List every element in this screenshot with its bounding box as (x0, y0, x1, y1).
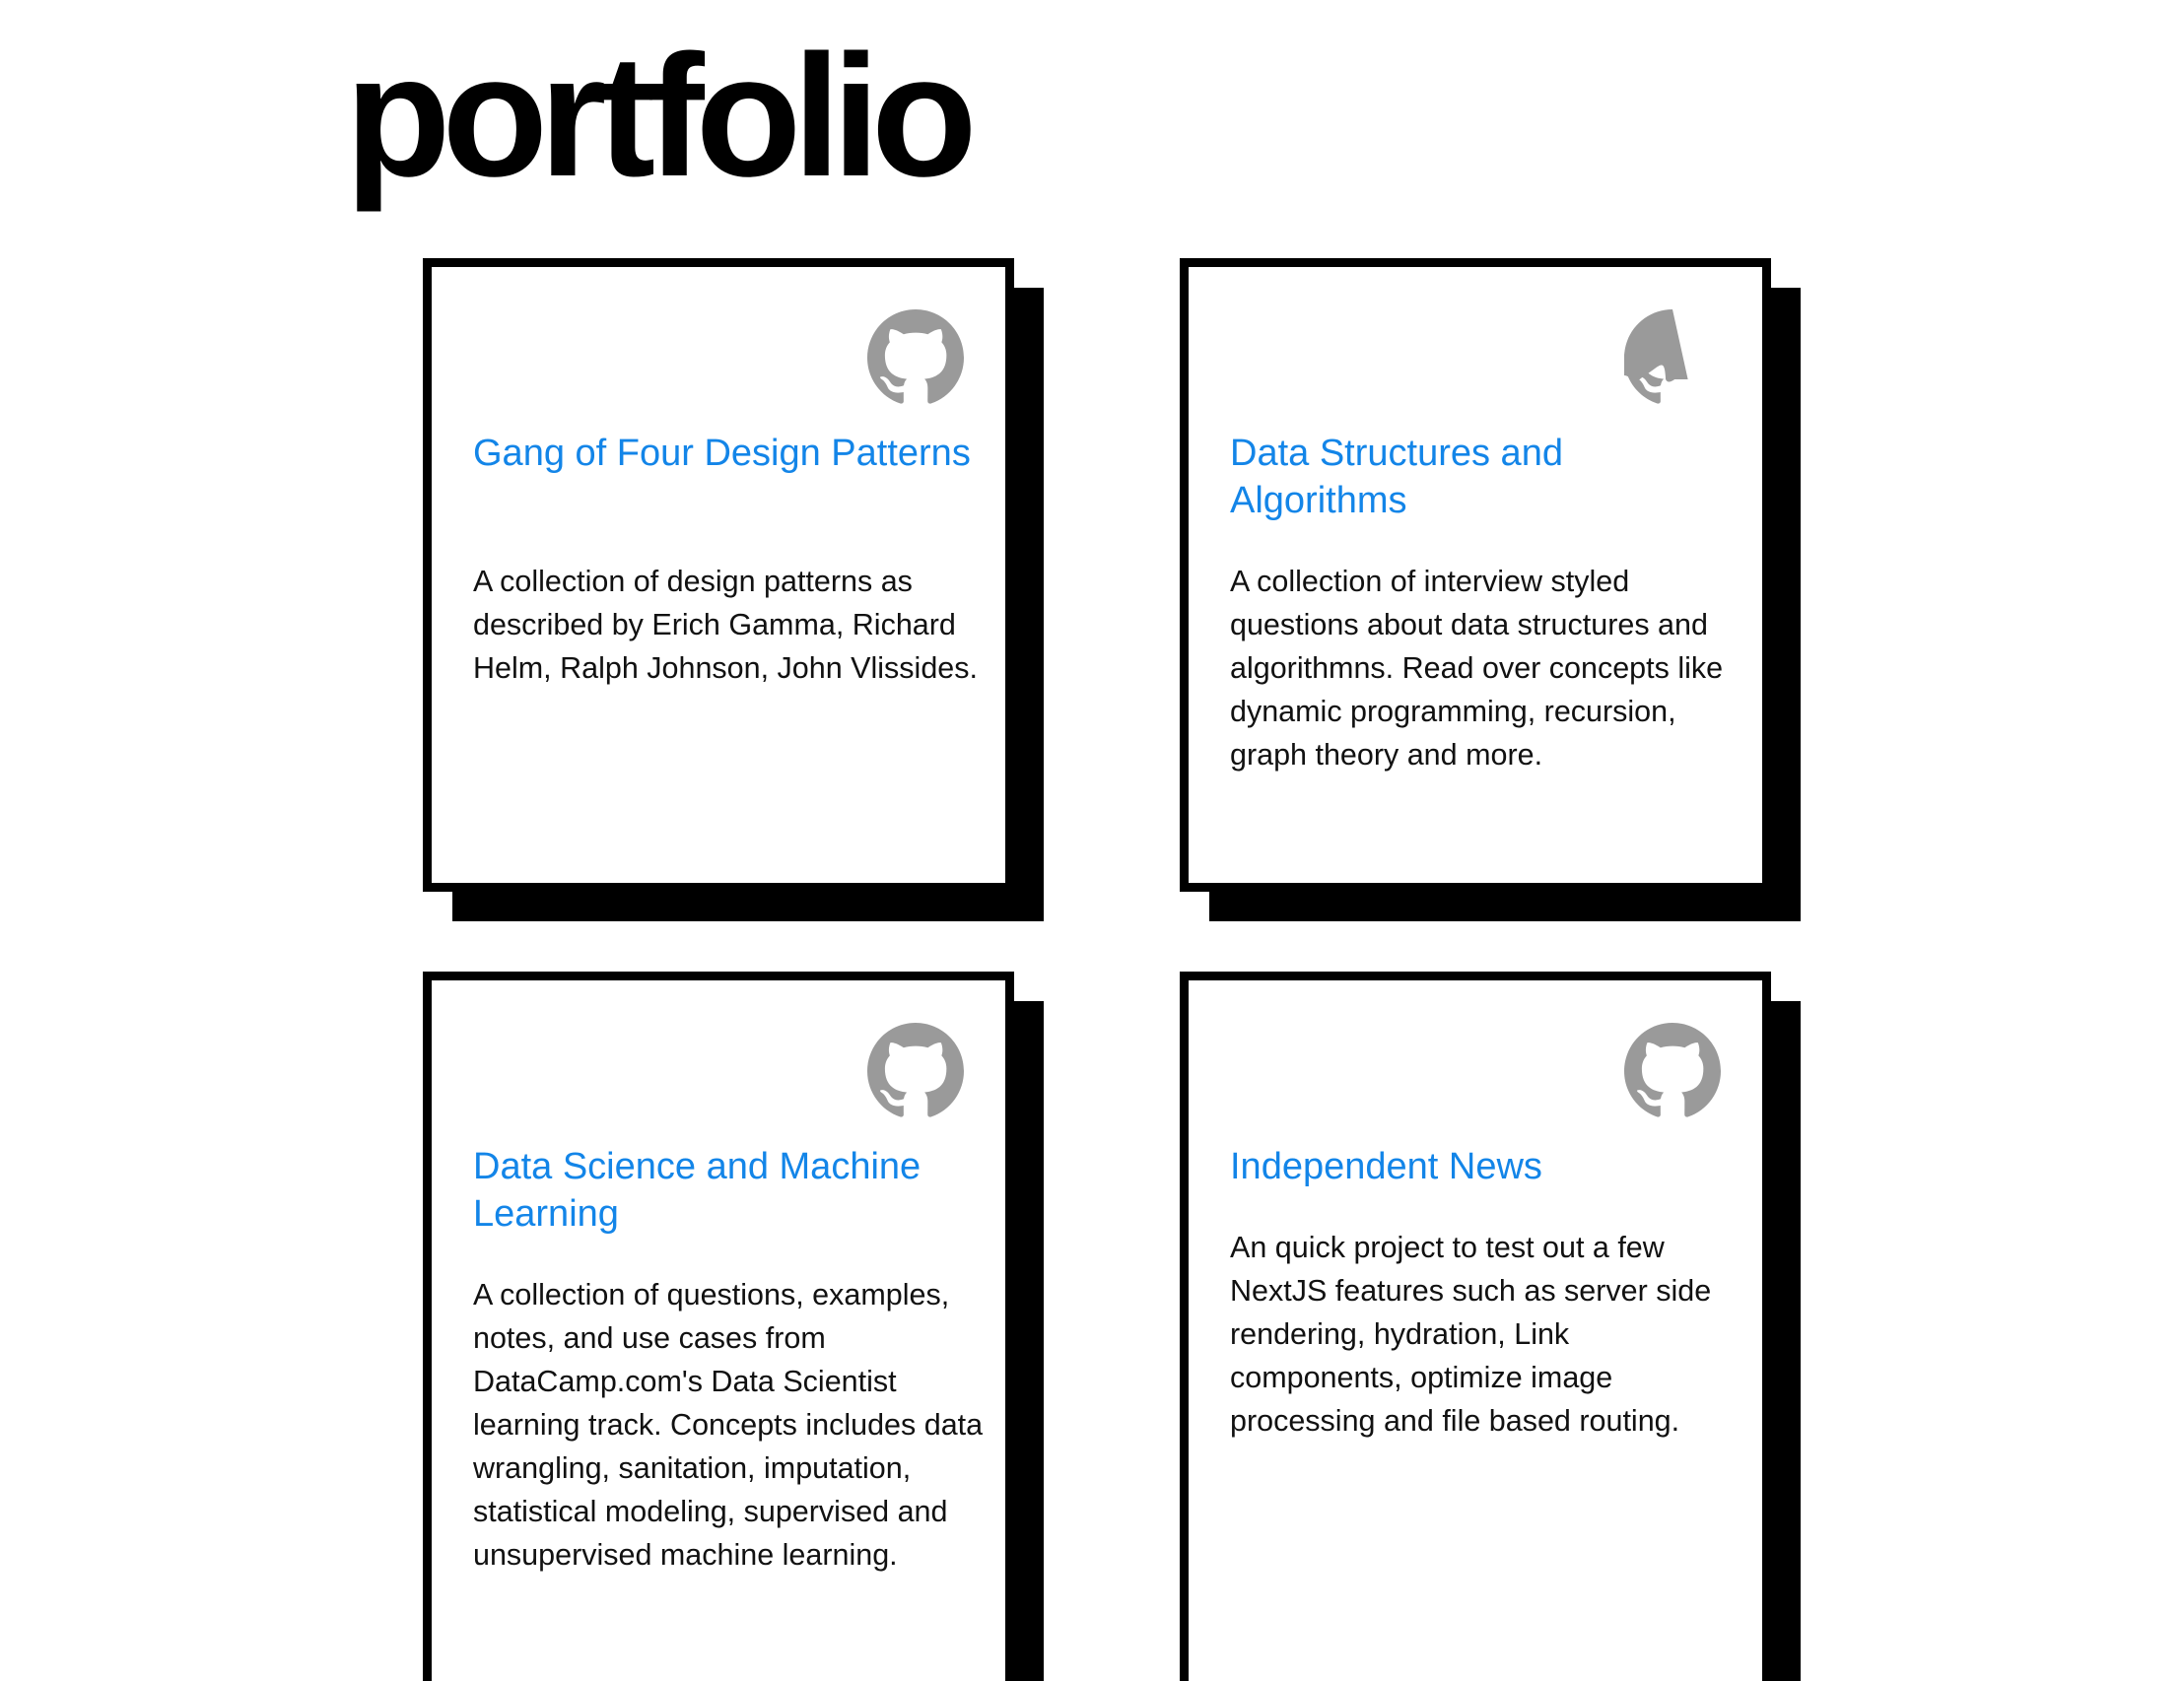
project-title-link[interactable]: Data Science and Machine Learning (473, 1143, 986, 1238)
project-card: Gang of Four Design Patterns A collectio… (423, 258, 1014, 892)
project-description: A collection of questions, examples, not… (473, 1278, 984, 1572)
github-link[interactable] (1624, 309, 1721, 406)
project-title-link[interactable]: Independent News (1230, 1143, 1742, 1190)
github-icon (867, 309, 964, 404)
project-description: An quick project to test out a few NextJ… (1230, 1231, 1712, 1438)
github-link[interactable] (867, 309, 964, 406)
github-link[interactable] (1624, 1023, 1721, 1119)
github-link[interactable] (867, 1023, 964, 1119)
project-card: Data Science and Machine Learning A coll… (423, 972, 1014, 1681)
project-title-link[interactable]: Gang of Four Design Patterns (473, 430, 986, 477)
project-description: A collection of interview styled questio… (1230, 565, 1724, 772)
project-card: Independent News An quick project to tes… (1180, 972, 1771, 1681)
project-card: Data Structures and Algorithms A collect… (1180, 258, 1771, 892)
page-title: portfolio (345, 20, 978, 213)
project-description: A collection of design patterns as descr… (473, 565, 978, 685)
project-title-link[interactable]: Data Structures and Algorithms (1230, 430, 1742, 524)
github-icon (867, 1023, 964, 1117)
github-icon (1624, 309, 1688, 404)
github-icon (1624, 1023, 1721, 1117)
